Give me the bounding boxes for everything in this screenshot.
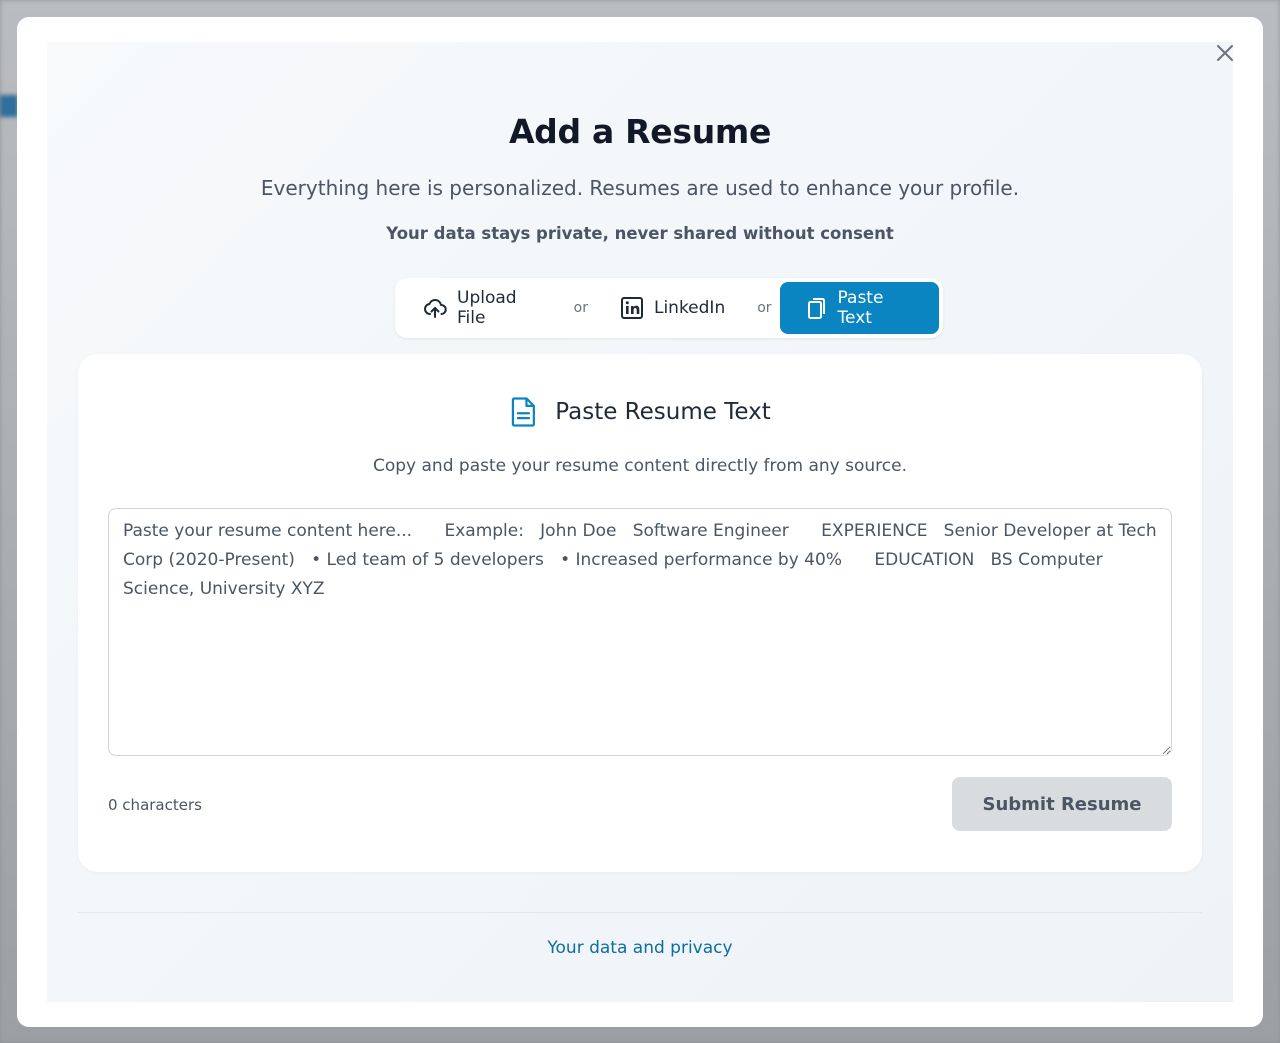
linkedin-button[interactable]: LinkedIn [596, 282, 749, 334]
or-separator: or [573, 300, 588, 316]
card-description: Copy and paste your resume content direc… [372, 456, 908, 476]
close-icon [1217, 45, 1233, 61]
privacy-note: Your data stays private, never shared wi… [386, 224, 894, 243]
modal-content: Add a Resume Everything here is personal… [47, 42, 1233, 1002]
paste-text-button[interactable]: Paste Text [779, 282, 939, 334]
character-count: 0 characters [108, 796, 202, 814]
resume-text-input[interactable] [108, 508, 1172, 756]
close-button[interactable] [1213, 41, 1237, 65]
privacy-link[interactable]: Your data and privacy [47, 938, 1233, 958]
card-title: Paste Resume Text [555, 399, 771, 425]
cloud-upload-icon [424, 298, 447, 318]
modal-subtitle: Everything here is personalized. Resumes… [260, 176, 1020, 200]
upload-file-label: Upload File [457, 288, 517, 328]
backdrop-decoration [0, 95, 18, 117]
linkedin-label: LinkedIn [653, 298, 726, 318]
add-resume-modal: Add a Resume Everything here is personal… [17, 17, 1263, 1027]
paste-text-label: Paste Text [837, 288, 884, 328]
modal-title: Add a Resume [508, 112, 772, 151]
paste-resume-card: Paste Resume Text Copy and paste your re… [78, 354, 1202, 872]
linkedin-icon [620, 297, 643, 319]
clipboard-icon [807, 298, 825, 319]
upload-file-button[interactable]: Upload File [399, 282, 566, 334]
footer-divider [78, 912, 1202, 913]
card-header: Paste Resume Text [78, 396, 1202, 428]
resume-method-selector: Upload File or LinkedIn or Paste Text [395, 278, 943, 338]
or-separator: or [757, 300, 772, 316]
submit-resume-button[interactable]: Submit Resume [952, 777, 1172, 831]
document-icon [512, 397, 536, 427]
